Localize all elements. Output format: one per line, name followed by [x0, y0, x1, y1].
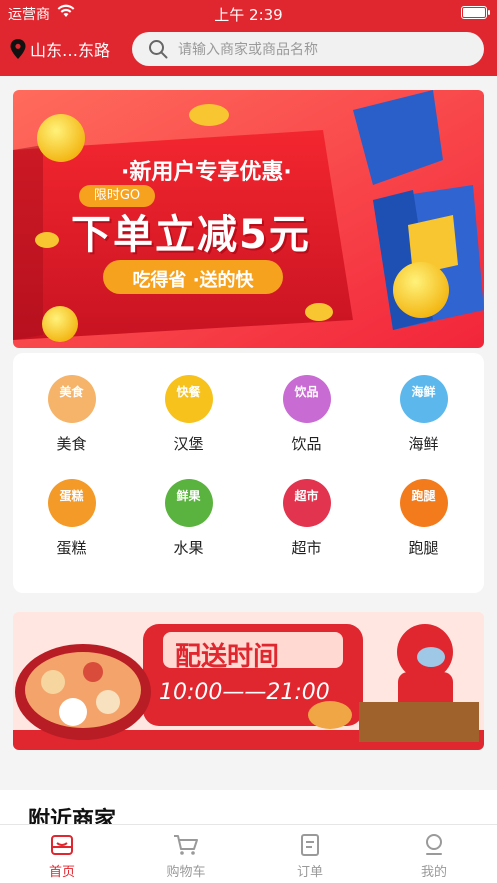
tab-label: 订单 — [296, 865, 323, 880]
status-bar: 运营商 上午 2:39 — [0, 0, 497, 26]
category-supermarket[interactable]: 超市 超市 — [248, 479, 365, 579]
tab-label: 我的 — [420, 865, 447, 880]
tab-label: 购物车 — [166, 865, 206, 880]
location-selector[interactable]: 山东…东路 — [10, 36, 110, 62]
errand-icon: 跑腿 — [399, 479, 448, 527]
seafood-icon: 海鲜 — [399, 375, 448, 423]
category-cake[interactable]: 蛋糕 蛋糕 — [13, 479, 130, 579]
category-errand[interactable]: 跑腿 跑腿 — [365, 479, 482, 579]
home-icon — [51, 835, 73, 855]
category-seafood[interactable]: 海鲜 海鲜 — [365, 375, 482, 475]
category-label: 跑腿 — [408, 539, 439, 557]
search-icon — [149, 40, 168, 59]
battery-icon — [461, 6, 490, 19]
promo-banner[interactable]: 限时GO ·新用户专享优惠· 下单立减5元 吃得省 ·送的快 — [13, 90, 484, 348]
bottom-tab-bar: 首页 购物车 订单 我的 — [0, 824, 497, 883]
category-label: 蛋糕 — [56, 539, 87, 557]
food-icon: 美食 — [47, 375, 96, 423]
category-label: 美食 — [56, 435, 87, 453]
nearby-title: 附近商家 — [28, 808, 117, 824]
promo-tagline: 吃得省 ·送的快 — [132, 270, 254, 291]
delivery-title: 配送时间 — [175, 642, 280, 672]
burger-icon: 快餐 — [164, 375, 213, 423]
category-label: 水果 — [173, 539, 204, 557]
delivery-hours: 10:00——21:00 — [159, 680, 330, 705]
top-header: 运营商 上午 2:39 山东…东路 请输入商家或商品名称 — [0, 0, 497, 76]
tab-profile[interactable]: 我的 — [372, 833, 496, 880]
category-label: 汉堡 — [173, 435, 204, 453]
category-food[interactable]: 美食 美食 — [13, 375, 130, 475]
location-pin-icon — [10, 39, 26, 59]
search-input[interactable]: 请输入商家或商品名称 — [132, 32, 484, 66]
category-burger[interactable]: 快餐 汉堡 — [130, 375, 247, 475]
delivery-time-banner[interactable]: 配送时间 10:00——21:00 — [13, 612, 484, 750]
category-fruit[interactable]: 鲜果 水果 — [130, 479, 247, 579]
tab-cart[interactable]: 购物车 — [124, 833, 248, 880]
supermarket-icon: 超市 — [282, 479, 331, 527]
cart-icon — [174, 835, 198, 855]
category-grid: 美食 美食 快餐 汉堡 饮品 饮品 海鲜 海鲜 蛋糕 蛋糕 鲜果 水果 超市 超… — [13, 353, 484, 593]
category-label: 饮品 — [291, 435, 322, 453]
tab-label: 首页 — [48, 865, 75, 880]
clock: 上午 2:39 — [214, 6, 283, 24]
order-icon — [301, 834, 319, 856]
promo-headline-big: 下单立减5元 — [71, 212, 311, 258]
category-label: 超市 — [291, 539, 322, 557]
category-label: 海鲜 — [408, 435, 439, 453]
promo-headline-small: ·新用户专享优惠· — [121, 160, 292, 185]
category-drinks[interactable]: 饮品 饮品 — [248, 375, 365, 475]
cake-icon: 蛋糕 — [47, 479, 96, 527]
fruit-icon: 鲜果 — [164, 479, 213, 527]
location-text: 山东…东路 — [30, 41, 111, 60]
search-placeholder: 请输入商家或商品名称 — [178, 42, 318, 58]
tab-orders[interactable]: 订单 — [248, 833, 372, 880]
profile-icon — [426, 834, 442, 855]
drink-icon: 饮品 — [282, 375, 331, 423]
tab-home[interactable]: 首页 — [0, 833, 124, 880]
